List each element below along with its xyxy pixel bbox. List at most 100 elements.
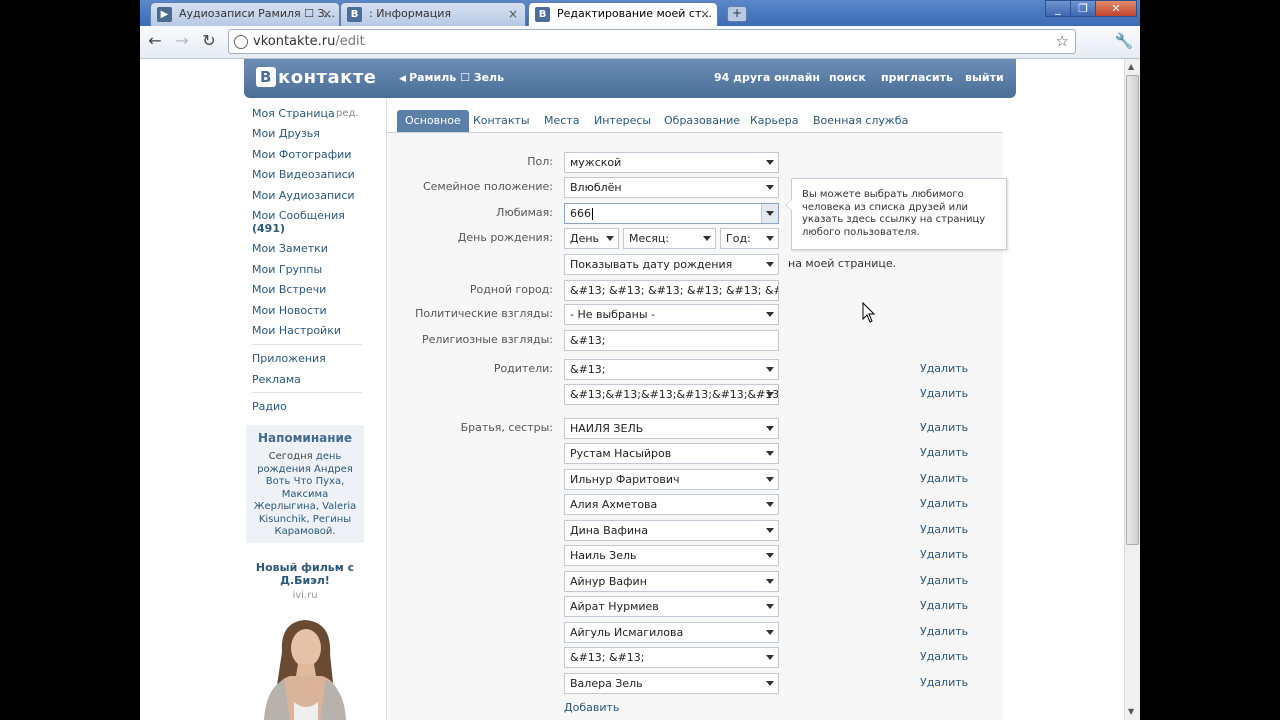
- birthday-month-select[interactable]: Месяц:: [623, 228, 716, 249]
- maximize-button[interactable]: ❐: [1070, 0, 1096, 17]
- browser-tab-info[interactable]: В : Информация ×: [340, 2, 526, 26]
- delete-sibling-link[interactable]: Удалить: [920, 497, 968, 510]
- delete-sibling-link[interactable]: Удалить: [920, 446, 968, 459]
- menu-photos[interactable]: Мои Фотографии: [252, 148, 351, 161]
- sibling-select[interactable]: Айрат Нурмиев: [564, 596, 779, 617]
- gender-label: Пол:: [527, 155, 553, 168]
- friends-online-link[interactable]: 94 друга онлайн: [714, 71, 820, 84]
- religion-input[interactable]: &#13;: [564, 330, 779, 351]
- scroll-down-icon[interactable]: ▼: [1128, 707, 1134, 716]
- delete-sibling-link[interactable]: Удалить: [920, 523, 968, 536]
- delete-sibling-link[interactable]: Удалить: [920, 548, 968, 561]
- page-scrollbar[interactable]: ▲ ▼: [1124, 59, 1140, 720]
- menu-videos[interactable]: Мои Видеозаписи: [252, 168, 355, 181]
- header-user-link[interactable]: ◀ Рамиль ☐ Зель: [399, 71, 504, 84]
- parent-select-1[interactable]: &#13;: [564, 359, 779, 380]
- logout-link[interactable]: выйти: [965, 71, 1004, 84]
- forward-icon[interactable]: →: [172, 31, 192, 51]
- menu-messages[interactable]: Мои Сообщения: [252, 209, 345, 222]
- beloved-dropdown-button[interactable]: [761, 204, 778, 223]
- delete-sibling-link[interactable]: Удалить: [920, 421, 968, 434]
- ad-photo[interactable]: [260, 612, 350, 720]
- sibling-select[interactable]: &#13; &#13;: [564, 647, 779, 668]
- beloved-label: Любимая:: [496, 206, 553, 219]
- invite-link[interactable]: пригласить: [881, 71, 953, 84]
- wrench-icon[interactable]: 🔧: [1114, 31, 1134, 51]
- tab-main[interactable]: Основное: [397, 110, 469, 132]
- delete-parent-2-link[interactable]: Удалить: [920, 387, 968, 400]
- delete-sibling-link[interactable]: Удалить: [920, 574, 968, 587]
- browser-tab-audio[interactable]: ▶ Аудиозаписи Рамиля ☐ З... ×: [150, 2, 340, 26]
- menu-groups[interactable]: Мои Группы: [252, 263, 322, 276]
- sibling-select[interactable]: НАИЛЯ ЗЕЛЬ: [564, 418, 779, 439]
- sibling-value: Рустам Насыйров: [570, 447, 672, 460]
- tab-career[interactable]: Карьера: [750, 110, 799, 132]
- sibling-select[interactable]: Айгуль Исмагилова: [564, 622, 779, 643]
- gender-select[interactable]: мужской: [564, 152, 779, 173]
- delete-parent-1-link[interactable]: Удалить: [920, 362, 968, 375]
- sibling-select[interactable]: Ильнур Фаритович: [564, 469, 779, 490]
- menu-edit-link[interactable]: ред.: [336, 108, 359, 119]
- menu-events[interactable]: Мои Встречи: [252, 283, 326, 296]
- browser-tab-edit[interactable]: В Редактирование моей ст... ×: [528, 2, 718, 27]
- menu-apps[interactable]: Приложения: [252, 352, 326, 365]
- sibling-select[interactable]: Валера Зель: [564, 673, 779, 694]
- sibling-value: НАИЛЯ ЗЕЛЬ: [570, 422, 644, 435]
- tab-education[interactable]: Образование: [664, 110, 740, 132]
- tab-places[interactable]: Места: [544, 110, 579, 132]
- hometown-input[interactable]: &#13; &#13; &#13; &#13; &#13; &#13; &: [564, 280, 779, 301]
- menu-divider: [252, 344, 362, 345]
- menu-settings[interactable]: Мои Настройки: [252, 324, 341, 337]
- tab-contacts[interactable]: Контакты: [473, 110, 530, 132]
- delete-sibling-link[interactable]: Удалить: [920, 650, 968, 663]
- birthday-year-select[interactable]: Год:: [720, 228, 779, 249]
- new-tab-button[interactable]: +: [727, 6, 747, 22]
- birthday-day-select[interactable]: День: [564, 228, 619, 249]
- close-icon[interactable]: ×: [700, 3, 710, 25]
- chevron-down-icon: [766, 553, 774, 558]
- close-window-button[interactable]: ✕: [1095, 0, 1137, 17]
- browser-window: ▶ Аудиозаписи Рамиля ☐ З... × В : Информ…: [140, 0, 1140, 720]
- beloved-input[interactable]: 666: [564, 203, 779, 224]
- delete-sibling-link[interactable]: Удалить: [920, 625, 968, 638]
- menu-friends[interactable]: Мои Друзья: [252, 127, 320, 140]
- sibling-value: Айнур Вафин: [570, 575, 647, 588]
- sibling-select[interactable]: Айнур Вафин: [564, 571, 779, 592]
- minimize-button[interactable]: _: [1045, 0, 1071, 17]
- menu-news[interactable]: Мои Новости: [252, 304, 327, 317]
- marital-select[interactable]: Влюблён: [564, 177, 779, 198]
- tab-interests[interactable]: Интересы: [594, 110, 651, 132]
- vk-logo[interactable]: Вконтакте: [256, 67, 376, 88]
- parent-select-2[interactable]: &#13;&#13;&#13;&#13;&#13;&#13;&: [564, 384, 779, 405]
- sibling-select[interactable]: Дина Вафина: [564, 520, 779, 541]
- close-icon[interactable]: ×: [508, 3, 518, 25]
- scrollbar-thumb[interactable]: [1126, 75, 1139, 545]
- ad-title[interactable]: Новый фильм с Д.Биэл!: [246, 561, 364, 587]
- sibling-select[interactable]: Алия Ахметова: [564, 494, 779, 515]
- star-icon[interactable]: ☆: [1056, 30, 1069, 53]
- delete-sibling-link[interactable]: Удалить: [920, 472, 968, 485]
- reload-icon[interactable]: ↻: [199, 31, 219, 51]
- address-bar[interactable]: vkontakte.ru/edit ☆: [228, 29, 1076, 54]
- menu-ads[interactable]: Реклама: [252, 373, 301, 386]
- marital-value: Влюблён: [570, 181, 622, 194]
- show-birthday-select[interactable]: Показывать дату рождения: [564, 254, 779, 275]
- menu-my-page[interactable]: Моя Страница: [252, 107, 335, 120]
- back-icon[interactable]: ←: [145, 31, 165, 51]
- sibling-select[interactable]: Рустам Насыйров: [564, 443, 779, 464]
- scroll-up-icon[interactable]: ▲: [1128, 62, 1134, 71]
- close-icon[interactable]: ×: [322, 3, 332, 25]
- menu-audio[interactable]: Мои Аудиозаписи: [252, 189, 355, 202]
- delete-sibling-link[interactable]: Удалить: [920, 676, 968, 689]
- sibling-select[interactable]: Наиль Зель: [564, 545, 779, 566]
- political-select[interactable]: - Не выбраны -: [564, 304, 779, 325]
- menu-notes[interactable]: Мои Заметки: [252, 242, 328, 255]
- ad-source[interactable]: ivi.ru: [246, 590, 364, 601]
- chevron-down-icon: [766, 426, 774, 431]
- messages-count-badge[interactable]: (491): [252, 222, 285, 235]
- tab-military[interactable]: Военная служба: [813, 110, 908, 132]
- delete-sibling-link[interactable]: Удалить: [920, 599, 968, 612]
- add-sibling-link[interactable]: Добавить: [564, 701, 619, 714]
- search-link[interactable]: поиск: [829, 71, 866, 84]
- menu-radio[interactable]: Радио: [252, 400, 287, 413]
